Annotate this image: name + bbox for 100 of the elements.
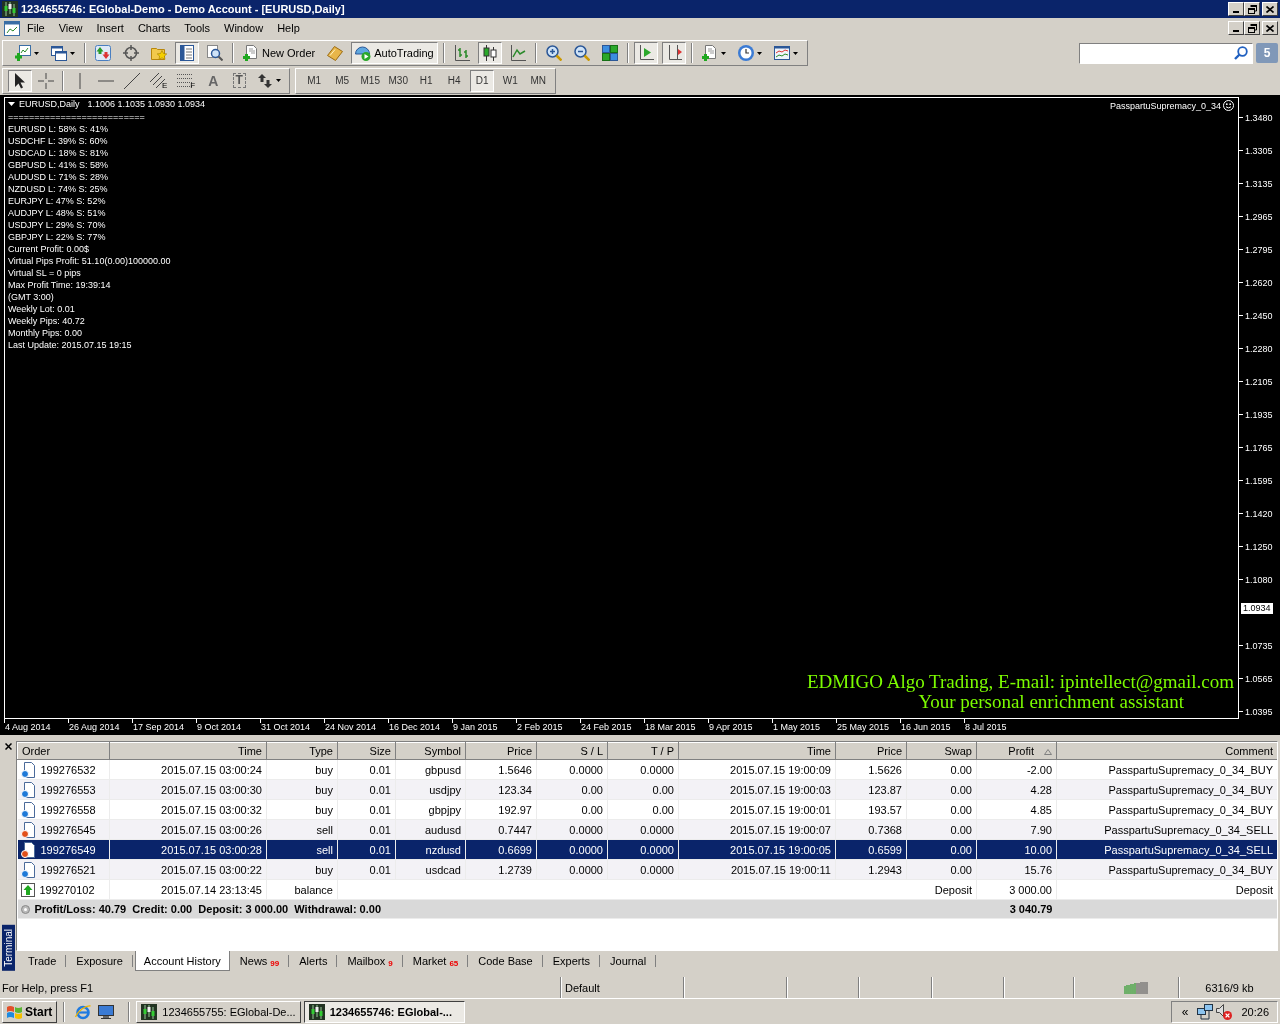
toolbar-button[interactable]: F: [173, 69, 200, 92]
timeframe-button[interactable]: MN: [526, 69, 551, 92]
close-button[interactable]: [2, 741, 14, 752]
menu-item[interactable]: Window: [217, 19, 271, 37]
table-cell: 0.6699: [465, 839, 537, 860]
menu-item[interactable]: Tools: [177, 19, 217, 37]
close-icon: [1266, 24, 1274, 32]
table-cell: 1.2943: [835, 859, 907, 880]
column-header[interactable]: Comment: [1056, 742, 1277, 760]
e-logo-icon[interactable]: [75, 1003, 92, 1020]
table-cell: 0.01: [337, 759, 396, 780]
network-icon[interactable]: [1197, 1003, 1214, 1020]
table-row[interactable]: 199276521 2015.07.15 03:00:22 buy 0.01 usdcad 1.2739 0.0000 0.0000 2015.07.15 19:00:11 1.2943 0.00 15.76 PasspartuSupremacy_0_34_BUY: [17, 859, 1277, 880]
toolbar-button[interactable]: [477, 42, 502, 64]
candlestick-icon: [482, 45, 497, 61]
chart-symbol: EURUSD,Daily: [19, 98, 80, 110]
triangle-down-icon[interactable]: [8, 102, 15, 106]
toolbar-button[interactable]: [175, 42, 199, 64]
toolbar-button[interactable]: New Order: [239, 42, 320, 64]
menu-item[interactable]: Charts: [130, 19, 178, 37]
tab[interactable]: Account History: [134, 951, 230, 971]
table-row[interactable]: 199276558 2015.07.15 03:00:32 buy 0.01 gbpjpy 192.97 0.00 0.00 2015.07.15 19:00:01 193.57 0.00 4.85 PasspartuSupremacy_0_34_BUY: [17, 799, 1277, 820]
table-cell: Deposit: [337, 879, 977, 900]
table-cell: 0.01: [337, 779, 396, 800]
timeframe-button[interactable]: M30: [386, 69, 411, 92]
chart-window-icon[interactable]: [4, 20, 20, 36]
summary-text: Profit/Loss: 40.79 Credit: 0.00 Deposit: 3 000.00 Withdrawal: 0.00: [34, 903, 382, 915]
timeframe-button[interactable]: H4: [442, 69, 467, 92]
restore-button[interactable]: [1244, 2, 1260, 16]
date-label: 2 Feb 2015: [516, 719, 563, 733]
table-row[interactable]: 199276553 2015.07.15 03:00:30 buy 0.01 usdjpy 123.34 0.00 0.00 2015.07.15 19:00:03 123.87 0.00 4.28 PasspartuSupremacy_0_34_BUY: [17, 779, 1277, 800]
toolbar-button[interactable]: A: [201, 69, 226, 92]
taskbar-button[interactable]: 1234655755: EGlobal-De...: [136, 1000, 301, 1023]
target-icon: [123, 45, 139, 61]
date-label: 26 Aug 2014: [68, 719, 120, 733]
date-label: 31 Oct 2014: [260, 719, 311, 733]
timeframe-button[interactable]: H1: [414, 69, 439, 92]
table-row[interactable]: 199276545 2015.07.15 03:00:26 sell 0.01 audusd 0.7447 0.0000 0.0000 2015.07.15 19:00:07 0.7368 0.00 7.90 PasspartuSupremacy_0_34_SELL: [17, 819, 1277, 840]
close-button[interactable]: [1262, 21, 1278, 35]
timeframe-button[interactable]: D1: [470, 69, 495, 92]
table-row[interactable]: 199276549 2015.07.15 03:00:28 sell 0.01 nzdusd 0.6699 0.0000 0.0000 2015.07.15 19:00:05 0.6599 0.00 10.00 PasspartuSupremacy_0_34_SELL: [17, 839, 1277, 860]
table-cell: 0.00: [607, 799, 679, 820]
table-cell: 0.0000: [607, 819, 679, 840]
timeframe-button[interactable]: M15: [358, 69, 383, 92]
table-row[interactable]: 199276532 2015.07.15 03:00:24 buy 0.01 gbpusd 1.5646 0.0000 0.0000 2015.07.15 19:00:09 1.5626 0.00 -2.00 PasspartuSupremacy_0_34_BUY: [17, 759, 1277, 780]
start-button[interactable]: Start: [2, 1000, 58, 1023]
column-header[interactable]: T / P: [607, 742, 679, 760]
toolbar-button[interactable]: [8, 69, 32, 92]
column-header[interactable]: Swap: [906, 742, 977, 760]
date-label: 9 Apr 2015: [708, 719, 753, 733]
table-cell: 2015.07.15 19:00:07: [678, 819, 836, 840]
restore-button[interactable]: [1244, 21, 1260, 35]
column-header[interactable]: Size: [337, 742, 396, 760]
date-label: 16 Dec 2014: [388, 719, 441, 733]
timeframe-button[interactable]: M1: [302, 69, 327, 92]
taskbar-button[interactable]: 1234655746: EGlobal-...: [303, 1000, 465, 1023]
toolbar-button[interactable]: AutoTrading: [351, 42, 438, 64]
magnifier-icon: [207, 45, 223, 61]
column-header[interactable]: S / L: [536, 742, 608, 760]
table-cell: Deposit: [1056, 879, 1277, 900]
toolbar-button[interactable]: E: [146, 69, 172, 92]
table-cell: 0.00: [536, 779, 608, 800]
column-header[interactable]: Time: [109, 742, 267, 760]
table-cell: 199276545: [40, 823, 96, 836]
tray-toggle-button[interactable]: «: [1175, 1004, 1195, 1019]
column-header[interactable]: Time: [678, 742, 836, 760]
toolbar-button[interactable]: [661, 42, 686, 64]
speaker-muted-icon[interactable]: [1216, 1003, 1233, 1020]
toolbar-button[interactable]: T: [227, 69, 252, 92]
candlestick-app-icon: [2, 1, 18, 17]
column-header[interactable]: Price: [835, 742, 907, 760]
menu-item[interactable]: Help: [270, 19, 307, 37]
traffic-text: 6316/9 kb: [1205, 981, 1254, 994]
comment-line: Virtual Pips Profit: 51.10(0.00)100000.00: [8, 255, 172, 267]
menu-item[interactable]: Insert: [89, 19, 131, 37]
column-header[interactable]: Price: [465, 742, 537, 760]
date-label: 8 Jul 2015: [964, 719, 1007, 733]
minimize-button[interactable]: [1228, 21, 1244, 35]
column-header[interactable]: Profit: [976, 742, 1057, 760]
table-cell: 0.00: [906, 859, 977, 880]
timeframe-button[interactable]: W1: [498, 69, 523, 92]
toolbar-button[interactable]: [633, 42, 658, 64]
menu-item[interactable]: View: [51, 19, 90, 37]
search-field[interactable]: [1079, 42, 1253, 64]
menu-item[interactable]: File: [20, 19, 52, 37]
table-cell: 123.87: [835, 779, 907, 800]
close-button[interactable]: [1262, 2, 1278, 16]
table-cell: PasspartuSupremacy_0_34_SELL: [1056, 839, 1277, 860]
column-header[interactable]: Type: [266, 742, 338, 760]
column-header[interactable]: Order: [17, 742, 110, 760]
monitor-icon[interactable]: [98, 1004, 115, 1019]
timeframe-button[interactable]: M5: [330, 69, 355, 92]
smiley-icon: [1223, 100, 1234, 111]
column-header[interactable]: Symbol: [395, 742, 466, 760]
minimize-button[interactable]: [1228, 2, 1244, 16]
table-cell: 0.0000: [536, 819, 608, 840]
comment-line: Weekly Pips: 40.72: [8, 315, 86, 327]
comment-line: Virtual SL = 0 pips: [8, 267, 82, 279]
table-cell: 2015.07.15 19:00:11: [678, 859, 836, 880]
table-row[interactable]: 199270102 2015.07.14 23:13:45 balance Deposit 3 000.00 Deposit: [17, 879, 1277, 900]
